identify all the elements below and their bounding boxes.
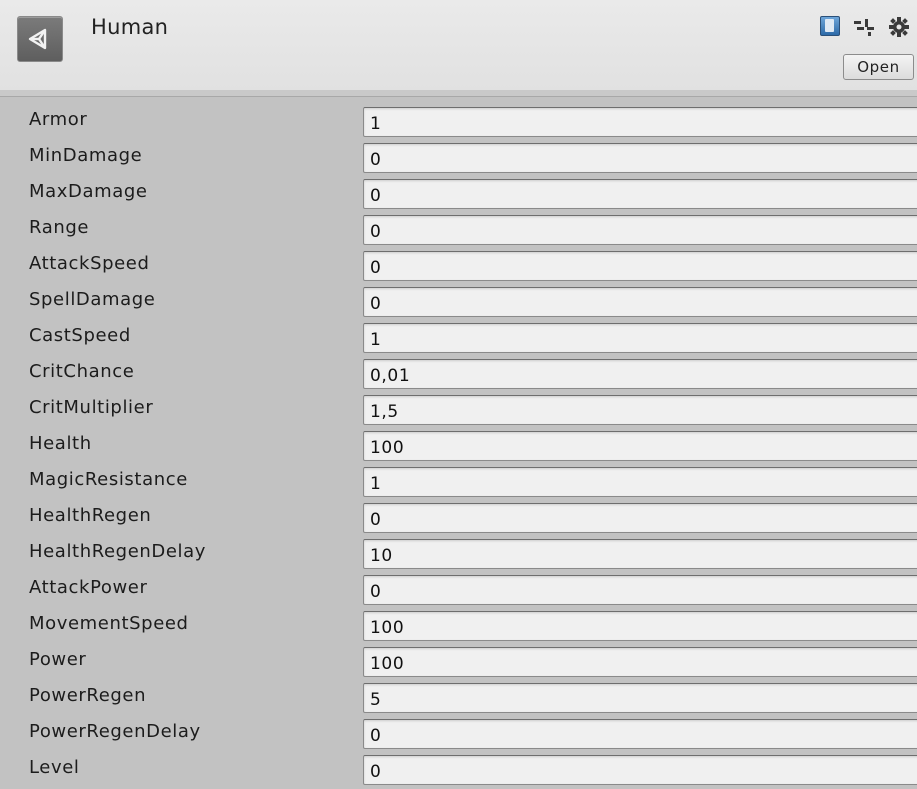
property-row: HealthRegenDelay [0, 536, 917, 572]
property-row: Health [0, 428, 917, 464]
gear-icon[interactable] [888, 16, 910, 38]
property-row: MagicResistance [0, 464, 917, 500]
property-label: Health [29, 433, 92, 454]
property-label: HealthRegenDelay [29, 541, 207, 562]
property-value-field[interactable] [363, 755, 917, 785]
property-label: CastSpeed [29, 325, 131, 346]
property-row: Power [0, 644, 917, 680]
property-row: PowerRegenDelay [0, 716, 917, 752]
property-label: MovementSpeed [29, 613, 189, 634]
property-value-field[interactable] [363, 251, 917, 281]
property-label: AttackPower [29, 577, 148, 598]
property-row: CritChance [0, 356, 917, 392]
property-value-field[interactable] [363, 179, 917, 209]
property-label: Range [29, 217, 90, 238]
property-row: Level [0, 752, 917, 788]
property-value-field[interactable] [363, 719, 917, 749]
property-value-field[interactable] [363, 395, 917, 425]
inspector-header: Human Open [0, 0, 917, 91]
property-row: MaxDamage [0, 176, 917, 212]
property-row: AttackPower [0, 572, 917, 608]
property-value-field[interactable] [363, 467, 917, 497]
property-value-field[interactable] [363, 575, 917, 605]
property-value-field[interactable] [363, 143, 917, 173]
property-row: MinDamage [0, 140, 917, 176]
property-label: MaxDamage [29, 181, 148, 202]
property-value-field[interactable] [363, 647, 917, 677]
property-label: Armor [29, 109, 88, 130]
property-label: MinDamage [29, 145, 143, 166]
property-value-field[interactable] [363, 287, 917, 317]
property-value-field[interactable] [363, 611, 917, 641]
property-value-field[interactable] [363, 359, 917, 389]
property-row: PowerRegen [0, 680, 917, 716]
header-divider [0, 90, 917, 97]
property-row: Armor [0, 104, 917, 140]
property-list: Armor MinDamage MaxDamage Range AttackSpeed S… [0, 104, 917, 788]
property-row: MovementSpeed [0, 608, 917, 644]
property-row: CritMultiplier [0, 392, 917, 428]
property-row: Range [0, 212, 917, 248]
property-label: CritChance [29, 361, 135, 382]
property-label: AttackSpeed [29, 253, 150, 274]
property-value-field[interactable] [363, 503, 917, 533]
property-value-field[interactable] [363, 683, 917, 713]
property-label: Level [29, 757, 80, 778]
property-value-field[interactable] [363, 539, 917, 569]
property-value-field[interactable] [363, 431, 917, 461]
property-value-field[interactable] [363, 323, 917, 353]
open-button[interactable]: Open [843, 54, 914, 80]
property-label: HealthRegen [29, 505, 152, 526]
asset-title: Human [91, 15, 169, 39]
property-row: CastSpeed [0, 320, 917, 356]
property-row: SpellDamage [0, 284, 917, 320]
property-label: Power [29, 649, 87, 670]
help-icon[interactable] [820, 16, 840, 36]
preset-icon[interactable] [853, 17, 875, 37]
property-label: SpellDamage [29, 289, 156, 310]
property-label: MagicResistance [29, 469, 188, 490]
unity-logo-icon [17, 16, 63, 62]
property-row: HealthRegen [0, 500, 917, 536]
property-row: AttackSpeed [0, 248, 917, 284]
property-label: PowerRegenDelay [29, 721, 201, 742]
property-label: PowerRegen [29, 685, 147, 706]
property-label: CritMultiplier [29, 397, 154, 418]
inspector-panel: Human Open Armor 1 MinDamage 0 MaxDamage… [0, 0, 917, 789]
property-value-field[interactable] [363, 107, 917, 137]
property-value-field[interactable] [363, 215, 917, 245]
